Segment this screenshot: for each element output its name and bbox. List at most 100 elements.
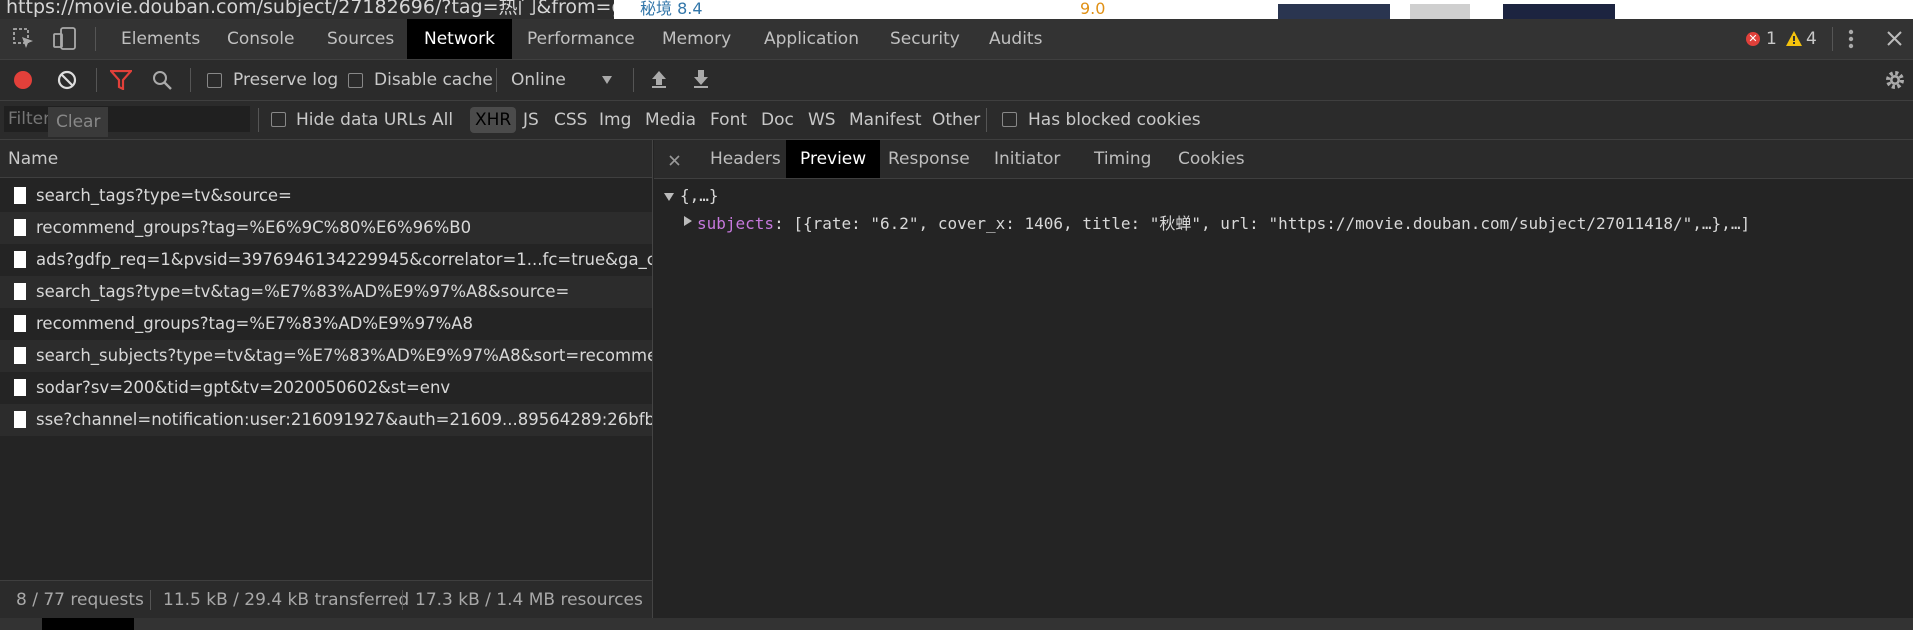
request-name[interactable]: search_subjects?type=tv&tag=%E7%83%AD%E9… [36, 340, 652, 372]
request-name[interactable]: ads?gdfp_req=1&pvsid=3976946134229945&co… [36, 244, 652, 276]
blocked-cookies-label[interactable]: Has blocked cookies [1028, 101, 1201, 139]
toolbar-divider [633, 68, 634, 92]
page-thumbnail[interactable] [1278, 4, 1390, 19]
json-subjects-entry[interactable]: subjects: [{rate: "6.2", cover_x: 1406, … [697, 210, 1750, 234]
request-name[interactable]: sodar?sv=200&tid=gpt&tv=2020050602&st=en… [36, 372, 450, 404]
type-filter-manifest[interactable]: Manifest [849, 101, 922, 139]
drawer-tab[interactable] [42, 618, 134, 630]
close-icon[interactable] [1886, 30, 1903, 52]
more-options-icon[interactable] [1848, 29, 1854, 54]
tab-preview[interactable]: Preview [786, 140, 881, 178]
request-name[interactable]: search_tags?type=tv&source= [36, 180, 292, 212]
tab-elements[interactable]: Elements [104, 19, 217, 59]
url-text: https://movie.douban.com/subject/2718269… [0, 0, 614, 19]
error-icon[interactable]: ✕ [1746, 32, 1760, 46]
request-name[interactable]: recommend_groups?tag=%E7%83%AD%E9%97%A8 [36, 308, 473, 340]
request-row[interactable]: search_tags?type=tv&tag=%E7%83%AD%E9%97%… [0, 276, 652, 308]
preserve-log-checkbox[interactable] [207, 73, 222, 88]
request-row[interactable]: sse?channel=notification:user:216091927&… [0, 404, 652, 436]
request-row[interactable]: ads?gdfp_req=1&pvsid=3976946134229945&co… [0, 244, 652, 276]
blocked-cookies-checkbox[interactable] [1002, 112, 1017, 127]
page-strip: https://movie.douban.com/subject/2718269… [0, 0, 1913, 19]
error-count[interactable]: 1 [1766, 19, 1777, 59]
type-filter-font[interactable]: Font [710, 101, 747, 139]
tab-performance[interactable]: Performance [510, 19, 652, 59]
hide-data-urls-checkbox[interactable] [271, 112, 286, 127]
filter-input[interactable] [4, 106, 250, 132]
toolbar-divider [1832, 27, 1833, 51]
file-icon [14, 315, 26, 332]
tab-network[interactable]: Network [407, 19, 512, 59]
request-count: 8 / 77 requests [16, 590, 144, 610]
toolbar-divider [986, 108, 987, 132]
tab-initiator[interactable]: Initiator [980, 140, 1074, 178]
file-icon [14, 187, 26, 204]
request-detail-panel: Headers Preview Response Initiator Timin… [654, 140, 1913, 618]
tab-timing[interactable]: Timing [1080, 140, 1165, 178]
file-icon [14, 347, 26, 364]
close-detail-icon[interactable] [668, 152, 681, 172]
tab-memory[interactable]: Memory [645, 19, 748, 59]
type-filter-all[interactable]: All [432, 101, 453, 139]
throttle-select[interactable]: Online [511, 60, 566, 100]
warning-count[interactable]: 4 [1806, 19, 1817, 59]
type-filter-other[interactable]: Other [932, 101, 980, 139]
record-icon[interactable] [14, 71, 32, 89]
disable-cache-checkbox[interactable] [348, 73, 363, 88]
hide-data-urls-label[interactable]: Hide data URLs [296, 101, 426, 139]
tab-application[interactable]: Application [747, 19, 876, 59]
tab-audits[interactable]: Audits [972, 19, 1059, 59]
request-row[interactable]: search_tags?type=tv&source= [0, 180, 652, 212]
tab-headers[interactable]: Headers [696, 140, 795, 178]
request-list-panel: Name search_tags?type=tv&source= recomme… [0, 140, 653, 619]
device-toolbar-icon[interactable] [52, 27, 78, 56]
file-icon [14, 283, 26, 300]
page-link[interactable]: 秘境 8.4 [640, 1, 703, 17]
chevron-down-icon[interactable] [602, 76, 612, 84]
collapse-triangle-icon[interactable] [684, 216, 692, 226]
request-row[interactable]: recommend_groups?tag=%E6%9C%80%E6%96%B0 [0, 212, 652, 244]
tab-security[interactable]: Security [873, 19, 977, 59]
request-row[interactable]: sodar?sv=200&tid=gpt&tv=2020050602&st=en… [0, 372, 652, 404]
type-filter-js[interactable]: JS [523, 101, 539, 139]
type-filter-img[interactable]: Img [599, 101, 631, 139]
preserve-log-label[interactable]: Preserve log [233, 60, 338, 100]
page-thumbnail[interactable] [1503, 4, 1615, 19]
toolbar-divider [96, 68, 97, 92]
request-name[interactable]: recommend_groups?tag=%E6%9C%80%E6%96%B0 [36, 212, 471, 244]
resources-size: 17.3 kB / 1.4 MB resources [415, 590, 643, 610]
file-icon [14, 219, 26, 236]
clear-icon[interactable] [57, 70, 77, 95]
settings-gear-icon[interactable] [1884, 69, 1906, 96]
filter-icon[interactable] [108, 69, 134, 95]
page-thumbnail[interactable] [1410, 4, 1470, 19]
type-filter-media[interactable]: Media [645, 101, 696, 139]
type-filter-css[interactable]: CSS [554, 101, 587, 139]
request-row[interactable]: search_subjects?type=tv&tag=%E7%83%AD%E9… [0, 340, 652, 372]
import-har-icon[interactable] [650, 69, 668, 94]
expand-triangle-icon[interactable] [664, 193, 674, 201]
network-status-bar: 8 / 77 requests 11.5 kB / 29.4 kB transf… [0, 580, 652, 619]
toolbar-divider [95, 27, 96, 51]
transferred-size: 11.5 kB / 29.4 kB transferred [163, 590, 410, 610]
warning-icon[interactable] [1786, 31, 1802, 51]
json-root[interactable]: {,…} [680, 186, 719, 205]
export-har-icon[interactable] [692, 69, 710, 94]
tab-cookies[interactable]: Cookies [1164, 140, 1259, 178]
name-column-header[interactable]: Name [0, 140, 652, 178]
request-row[interactable]: recommend_groups?tag=%E7%83%AD%E9%97%A8 [0, 308, 652, 340]
type-filter-xhr[interactable]: XHR [470, 107, 517, 133]
clear-filter-button[interactable]: Clear [48, 107, 109, 137]
file-icon [14, 379, 26, 396]
request-name[interactable]: search_tags?type=tv&tag=%E7%83%AD%E9%97%… [36, 276, 569, 308]
request-name[interactable]: sse?channel=notification:user:216091927&… [36, 404, 652, 436]
disable-cache-label[interactable]: Disable cache [374, 60, 493, 100]
tab-sources[interactable]: Sources [310, 19, 411, 59]
type-filter-doc[interactable]: Doc [761, 101, 794, 139]
tab-console[interactable]: Console [210, 19, 312, 59]
search-icon[interactable] [152, 70, 173, 96]
network-toolbar: Preserve log Disable cache Online [0, 60, 1913, 101]
tab-response[interactable]: Response [874, 140, 984, 178]
type-filter-ws[interactable]: WS [808, 101, 836, 139]
inspect-element-icon[interactable] [12, 27, 36, 56]
